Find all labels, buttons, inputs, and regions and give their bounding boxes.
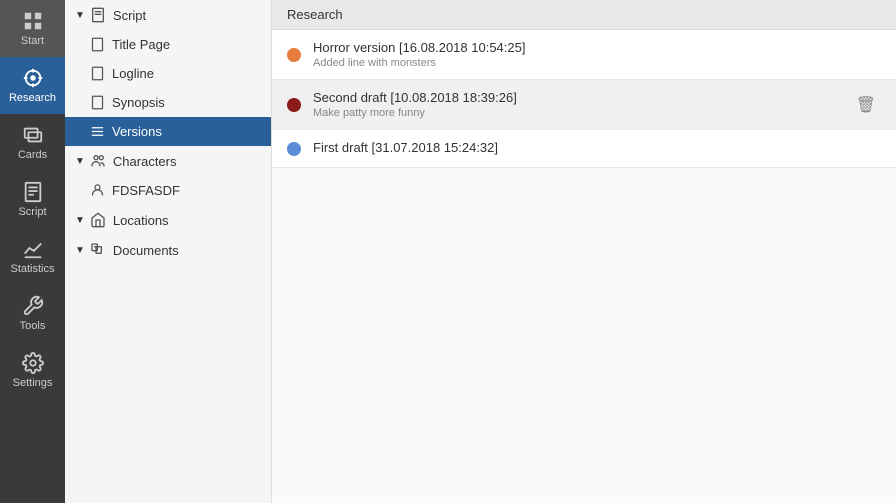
sidebar-item-research[interactable]: Research [0, 57, 65, 114]
version-title-3: First draft [31.07.2018 15:24:32] [313, 140, 881, 155]
main-header-title: Research [287, 7, 343, 22]
documents-icon [90, 242, 106, 258]
sidebar-item-settings[interactable]: Settings [0, 342, 65, 399]
script-tree-icon [90, 7, 106, 23]
sidebar-label-start: Start [21, 35, 44, 47]
sidebar-label-settings: Settings [13, 377, 53, 389]
tree-group-locations-label: Locations [113, 213, 169, 228]
delete-button-2[interactable]: 🗑 [851, 93, 881, 117]
tools-icon [22, 295, 44, 317]
version-dot-2 [287, 98, 301, 112]
script-icon [22, 181, 44, 203]
tree-item-logline-label: Logline [112, 66, 154, 81]
tree-item-logline[interactable]: Logline [65, 59, 271, 88]
version-subtitle-2: Make patty more funny [313, 107, 851, 119]
sidebar-label-statistics: Statistics [10, 263, 54, 275]
tree-group-script[interactable]: ▼ Script [65, 0, 271, 30]
main-content: Research Horror version [16.08.2018 10:5… [272, 0, 896, 503]
sidebar-label-script: Script [18, 206, 46, 218]
sidebar-label-research: Research [9, 92, 56, 104]
sidebar-label-tools: Tools [20, 320, 46, 332]
tree-group-characters[interactable]: ▼ Characters [65, 146, 271, 176]
version-list: Horror version [16.08.2018 10:54:25] Add… [272, 30, 896, 168]
version-item-3[interactable]: First draft [31.07.2018 15:24:32] [272, 130, 896, 168]
arrow-script-icon: ▼ [75, 10, 85, 21]
arrow-characters-icon: ▼ [75, 156, 85, 167]
arrow-documents-icon: ▼ [75, 245, 85, 256]
version-title-1: Horror version [16.08.2018 10:54:25] [313, 40, 881, 55]
version-dot-1 [287, 48, 301, 62]
tree-item-versions-label: Versions [112, 124, 162, 139]
tree-item-synopsis[interactable]: Synopsis [65, 88, 271, 117]
cards-icon [22, 124, 44, 146]
people-icon [90, 153, 106, 169]
version-info-3: First draft [31.07.2018 15:24:32] [313, 140, 881, 157]
sidebar-item-cards[interactable]: Cards [0, 114, 65, 171]
settings-icon [22, 352, 44, 374]
version-info-2: Second draft [10.08.2018 18:39:26] Make … [313, 90, 851, 119]
sidebar-item-statistics[interactable]: Statistics [0, 228, 65, 285]
page-icon-logline [90, 66, 105, 81]
sidebar-item-script[interactable]: Script [0, 171, 65, 228]
sidebar-label-cards: Cards [18, 149, 47, 161]
arrow-locations-icon: ▼ [75, 215, 85, 226]
person-icon [90, 183, 105, 198]
version-dot-3 [287, 142, 301, 156]
tree-item-fdsfasdf-label: FDSFASDF [112, 183, 180, 198]
tree-item-title-page[interactable]: Title Page [65, 30, 271, 59]
page-icon-title [90, 37, 105, 52]
tree-group-documents[interactable]: ▼ Documents [65, 235, 271, 265]
tree-group-locations[interactable]: ▼ Locations [65, 205, 271, 235]
version-subtitle-1: Added line with monsters [313, 57, 881, 69]
tree-item-synopsis-label: Synopsis [112, 95, 165, 110]
list-icon-versions [90, 124, 105, 139]
research-icon [22, 67, 44, 89]
page-icon-synopsis [90, 95, 105, 110]
version-title-2: Second draft [10.08.2018 18:39:26] [313, 90, 851, 105]
tree-item-versions[interactable]: Versions [65, 117, 271, 146]
statistics-icon [22, 238, 44, 260]
version-item-2[interactable]: Second draft [10.08.2018 18:39:26] Make … [272, 80, 896, 130]
icon-sidebar: Start Research Cards Script S [0, 0, 65, 503]
version-info-1: Horror version [16.08.2018 10:54:25] Add… [313, 40, 881, 69]
tree-item-fdsfasdf[interactable]: FDSFASDF [65, 176, 271, 205]
location-icon [90, 212, 106, 228]
version-item-1[interactable]: Horror version [16.08.2018 10:54:25] Add… [272, 30, 896, 80]
tree-group-documents-label: Documents [113, 243, 179, 258]
tree-group-script-label: Script [113, 8, 146, 23]
tree-item-title-page-label: Title Page [112, 37, 170, 52]
sidebar-item-tools[interactable]: Tools [0, 285, 65, 342]
tree-group-characters-label: Characters [113, 154, 177, 169]
grid-icon [22, 10, 44, 32]
main-header: Research [272, 0, 896, 30]
sidebar-item-start[interactable]: Start [0, 0, 65, 57]
tree-sidebar: ▼ Script Title Page Logline Synopsis Ver… [65, 0, 272, 503]
